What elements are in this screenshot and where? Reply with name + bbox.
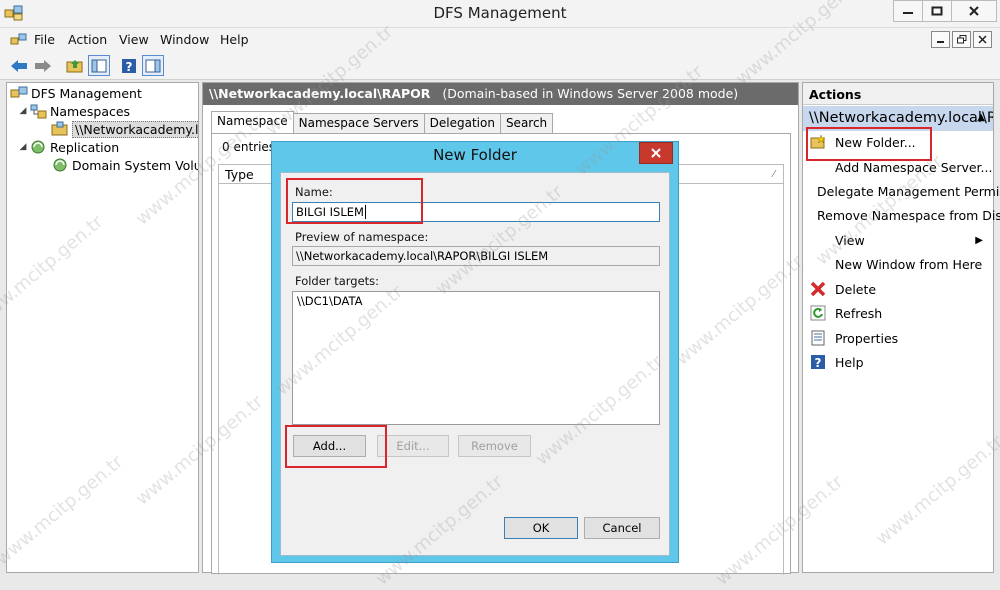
help-icon[interactable]: ? — [118, 55, 140, 76]
show-hide-console-tree-icon[interactable] — [88, 55, 110, 76]
ok-button[interactable]: OK — [504, 517, 578, 539]
delete-icon — [809, 281, 827, 297]
action-new-window[interactable]: New Window from Here — [803, 253, 993, 275]
help-icon: ? — [809, 354, 827, 370]
replication-icon — [29, 139, 47, 155]
details-header: \\Networkacademy.local\RAPOR (Domain-bas… — [203, 83, 798, 105]
svg-text:?: ? — [815, 356, 822, 370]
menu-action[interactable]: Action — [68, 32, 107, 47]
actions-section-header[interactable]: \\Networkacademy.local\RAPOR ▲ — [803, 106, 993, 131]
show-hide-action-pane-icon[interactable] — [142, 55, 164, 76]
menu-bar: File Action View Window Help — [0, 28, 1000, 52]
folder-target-item[interactable]: \\DC1\DATA — [297, 294, 655, 308]
namespace-folder-icon — [51, 121, 69, 137]
tree-item-dfs-management[interactable]: DFS Management — [10, 84, 142, 102]
menu-view[interactable]: View — [119, 32, 149, 47]
folder-targets-list[interactable]: \\DC1\DATA — [292, 291, 660, 425]
minimize-button[interactable] — [893, 0, 923, 22]
action-new-folder[interactable]: New Folder... — [803, 131, 993, 153]
dialog-title: New Folder — [433, 146, 517, 164]
edit-target-button[interactable]: Edit... — [377, 435, 449, 457]
dialog-body: Name: BILGI ISLEM Preview of namespace: … — [280, 172, 670, 556]
preview-field: \\Networkacademy.local\RAPOR\BILGI ISLEM — [292, 246, 660, 266]
actions-title: Actions — [803, 83, 993, 105]
namespaces-icon — [29, 103, 47, 119]
menu-help[interactable]: Help — [220, 32, 249, 47]
cancel-button[interactable]: Cancel — [584, 517, 660, 539]
action-refresh[interactable]: Refresh — [803, 302, 993, 324]
mdi-restore-button[interactable] — [952, 31, 971, 48]
tab-search[interactable]: Search — [499, 113, 554, 133]
mdi-minimize-button[interactable] — [931, 31, 950, 48]
title-bar: DFS Management — [0, 0, 1000, 28]
menu-file[interactable]: File — [34, 32, 55, 47]
properties-icon — [809, 330, 827, 346]
submenu-arrow-icon: ▶ — [975, 234, 983, 246]
svg-text:?: ? — [126, 60, 133, 74]
action-add-namespace-server[interactable]: Add Namespace Server... — [803, 156, 993, 178]
dialog-close-button[interactable] — [639, 142, 673, 164]
action-delete[interactable]: Delete — [803, 278, 993, 300]
tree-item-replication[interactable]: ◢ Replication — [17, 138, 120, 156]
tab-strip: Namespace Namespace Servers Delegation S… — [211, 111, 554, 133]
action-delegate-management[interactable]: Delegate Management Permissions... — [803, 180, 1000, 202]
entries-count: 0 entries — [222, 140, 276, 154]
text-cursor — [364, 205, 366, 219]
actions-pane: Actions \\Networkacademy.local\RAPOR ▲ N… — [802, 82, 1000, 573]
tree-item-namespace-rapor[interactable]: \\Networkacademy.local\RAPOR — [51, 120, 198, 138]
preview-label: Preview of namespace: — [295, 230, 429, 244]
dfs-management-icon — [10, 85, 28, 101]
tree-item-domain-system-volume[interactable]: Domain System Volume — [51, 156, 198, 174]
back-arrow-icon[interactable] — [8, 55, 30, 76]
add-target-button[interactable]: Add... — [293, 435, 366, 457]
name-label: Name: — [295, 185, 333, 199]
column-type[interactable]: Type — [225, 167, 254, 182]
menu-window[interactable]: Window — [160, 32, 209, 47]
replication-group-icon — [51, 157, 69, 173]
tab-delegation[interactable]: Delegation — [423, 113, 501, 133]
column-sort-icon: ⁄ — [773, 169, 775, 180]
folder-targets-label: Folder targets: — [295, 274, 380, 288]
expanded-arrow-icon[interactable]: ◢ — [17, 142, 29, 152]
action-view[interactable]: View ▶ — [803, 229, 993, 251]
mdi-close-button[interactable] — [973, 31, 992, 48]
collapse-up-icon[interactable]: ▲ — [977, 112, 985, 123]
console-tree: DFS Management ◢ Namespaces \\Networkaca… — [6, 82, 199, 573]
header-mode: (Domain-based in Windows Server 2008 mod… — [442, 86, 739, 101]
forward-arrow-icon[interactable] — [32, 55, 54, 76]
tab-namespace[interactable]: Namespace — [211, 111, 294, 133]
action-help[interactable]: ? Help — [803, 351, 993, 373]
header-path: \\Networkacademy.local\RAPOR — [209, 86, 431, 101]
action-remove-namespace[interactable]: Remove Namespace from Display — [803, 204, 1000, 226]
close-icon — [651, 148, 661, 158]
remove-target-button[interactable]: Remove — [458, 435, 531, 457]
up-folder-icon[interactable] — [64, 55, 86, 76]
close-button[interactable] — [951, 0, 997, 22]
action-properties[interactable]: Properties — [803, 327, 993, 349]
expanded-arrow-icon[interactable]: ◢ — [17, 106, 29, 116]
tab-namespace-servers[interactable]: Namespace Servers — [292, 113, 425, 133]
refresh-icon — [809, 305, 827, 321]
maximize-button[interactable] — [922, 0, 952, 22]
tree-item-namespaces[interactable]: ◢ Namespaces — [17, 102, 130, 120]
actions-section-label: \\Networkacademy.local\RAPOR — [809, 110, 993, 126]
name-input[interactable]: BILGI ISLEM — [292, 202, 660, 222]
new-folder-dialog: New Folder Name: BILGI ISLEM Preview of … — [271, 141, 679, 563]
console-icon — [10, 33, 27, 45]
toolbar: ? — [0, 52, 1000, 80]
new-folder-icon — [809, 134, 827, 150]
window-title: DFS Management — [433, 4, 567, 22]
